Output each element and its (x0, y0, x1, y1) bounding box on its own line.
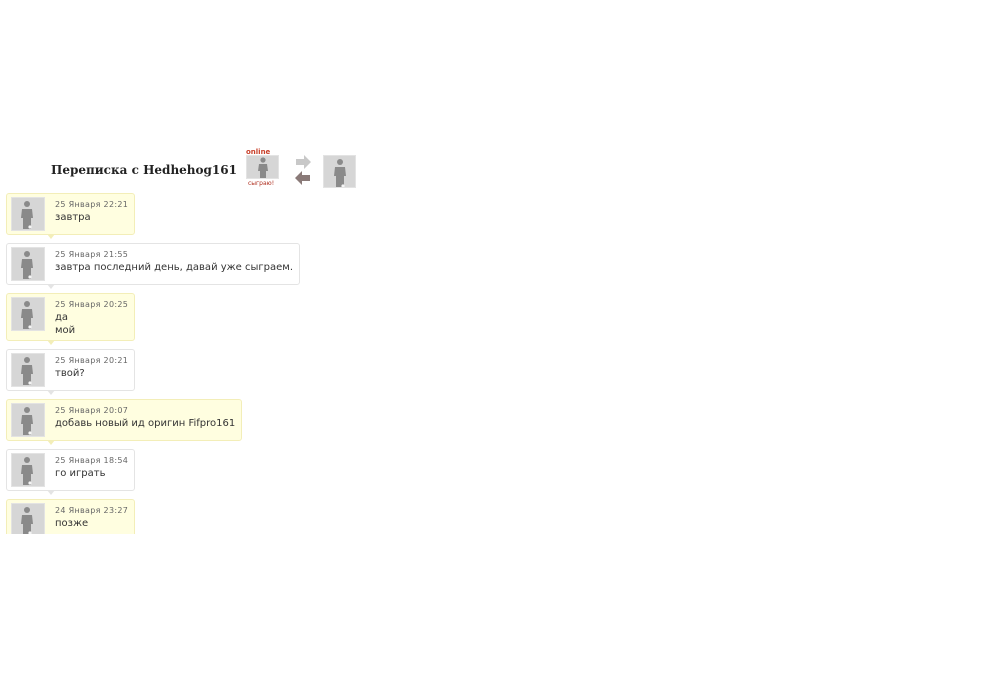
message-body: 25 Января 20:25 да мой (55, 297, 130, 337)
message-body: 25 Января 18:54 го играть (55, 453, 130, 487)
conversation-header: Переписка с Hedhehog161 online сыграю! (51, 146, 356, 190)
message-row: 25 Января 18:54 го играть (6, 449, 426, 499)
message-row: 25 Января 20:21 твой? (6, 349, 426, 399)
message-text: добавь новый ид оригин Fifpro161 (55, 418, 236, 429)
message-timestamp: 25 Января 20:07 (55, 406, 129, 415)
message-timestamp: 25 Января 22:21 (55, 200, 129, 209)
message-text: позже (55, 518, 89, 529)
author-avatar-icon[interactable] (11, 197, 45, 231)
author-avatar-icon[interactable] (11, 403, 45, 437)
my-avatar-icon[interactable] (322, 154, 356, 188)
message-bubble: 25 Января 20:07 добавь новый ид оригин Fi… (6, 399, 243, 445)
ready-to-play-label: сыграю! (247, 180, 275, 187)
message-bubble: 25 Января 22:21 завтра (6, 193, 136, 239)
message-row: 24 Января 23:27 позже (6, 499, 426, 534)
message-timestamp: 25 Января 20:21 (55, 356, 129, 365)
message-body: 25 Января 21:55 завтра последний день, да… (55, 247, 295, 281)
message-row: 25 Января 20:25 да мой (6, 293, 426, 349)
swap-arrows-icon[interactable] (293, 154, 313, 188)
peer-profile-link[interactable]: online сыграю! (245, 148, 280, 188)
author-avatar-icon[interactable] (11, 297, 45, 331)
message-text: завтра последний день, давай уже сыграем… (55, 262, 293, 273)
message-body: 25 Января 22:21 завтра (55, 197, 130, 231)
message-text: да мой (55, 312, 76, 336)
message-row: 25 Января 21:55 завтра последний день, да… (6, 243, 426, 293)
message-timestamp: 25 Января 18:54 (55, 456, 129, 465)
message-bubble: 25 Января 20:25 да мой (6, 293, 136, 345)
message-text: твой? (55, 368, 85, 379)
message-bubble: 25 Января 21:55 завтра последний день, да… (6, 243, 300, 289)
message-list[interactable]: 25 Января 22:21 завтра 25 Января 21:55 завт… (6, 193, 426, 534)
message-body: 25 Января 20:21 твой? (55, 353, 130, 387)
author-avatar-icon[interactable] (11, 353, 45, 387)
message-bubble: 25 Января 18:54 го играть (6, 449, 136, 495)
message-body: 24 Января 23:27 позже (55, 503, 130, 534)
conversation-page: Переписка с Hedhehog161 online сыграю! 2… (0, 0, 1000, 700)
page-title: Переписка с Hedhehog161 (51, 163, 237, 177)
message-row: 25 Января 22:21 завтра (6, 193, 426, 243)
author-avatar-icon[interactable] (11, 453, 45, 487)
message-timestamp: 25 Января 20:25 (55, 300, 129, 309)
author-avatar-icon[interactable] (11, 247, 45, 281)
peer-avatar-icon (245, 155, 279, 179)
message-bubble: 25 Января 20:21 твой? (6, 349, 136, 395)
author-avatar-icon[interactable] (11, 503, 45, 534)
message-timestamp: 24 Января 23:27 (55, 506, 129, 515)
message-body: 25 Января 20:07 добавь новый ид оригин Fi… (55, 403, 237, 437)
message-timestamp: 25 Января 21:55 (55, 250, 129, 259)
message-bubble: 24 Января 23:27 позже (6, 499, 136, 534)
message-text: завтра (55, 212, 91, 223)
message-text: го играть (55, 468, 106, 479)
message-row: 25 Января 20:07 добавь новый ид оригин Fi… (6, 399, 426, 449)
